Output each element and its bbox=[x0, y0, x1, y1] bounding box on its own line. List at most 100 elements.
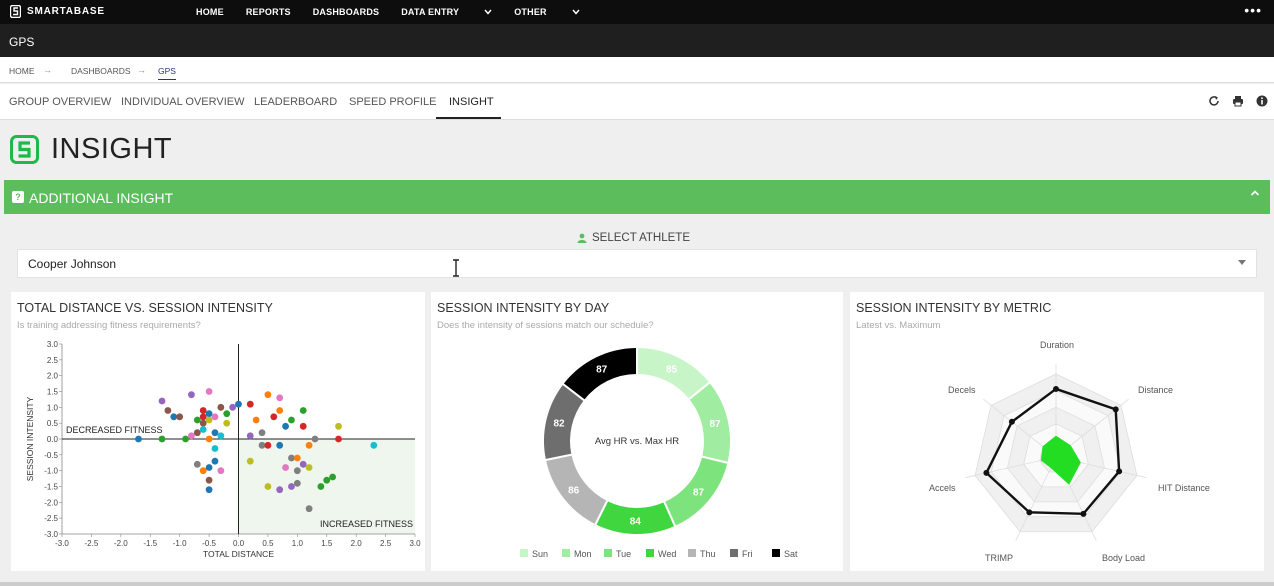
more-menu-icon[interactable]: ••• bbox=[1244, 2, 1262, 18]
legend-label-fri: Fri bbox=[742, 549, 753, 559]
tab-individual-overview[interactable]: INDIVIDUAL OVERVIEW bbox=[121, 96, 244, 108]
scatter-point bbox=[299, 407, 307, 414]
scatter-point bbox=[335, 435, 342, 443]
scatter-point bbox=[217, 467, 225, 475]
nav-dashboards[interactable]: DASHBOARDS bbox=[313, 7, 380, 17]
legend-swatch-tue bbox=[604, 549, 612, 557]
donut-slice-label: 87 bbox=[709, 419, 721, 430]
scatter-point bbox=[205, 435, 213, 443]
scatter-point bbox=[170, 413, 178, 421]
scatter-point bbox=[211, 429, 219, 437]
x-tick-label: -2.0 bbox=[114, 539, 128, 548]
athlete-select[interactable]: Cooper Johnson bbox=[17, 249, 1257, 278]
scatter-point bbox=[205, 388, 213, 395]
y-tick-label: 0.0 bbox=[47, 435, 59, 444]
donut-slice-label: 85 bbox=[666, 364, 678, 375]
scatter-point bbox=[293, 454, 301, 462]
scatter-point bbox=[182, 435, 189, 443]
donut-chart: 85 87 87 84 86 82 87 Avg HR vs. Max HR Sun Mon Tue… bbox=[520, 345, 798, 559]
nav-reports[interactable]: REPORTS bbox=[246, 7, 291, 17]
x-tick-label: 0.5 bbox=[262, 539, 274, 548]
arrow-right-icon: → bbox=[137, 65, 146, 75]
y-tick-label: -1.5 bbox=[44, 483, 58, 492]
y-tick-label: 3.0 bbox=[47, 340, 59, 349]
scatter-point bbox=[288, 483, 295, 490]
x-tick-label: 1.0 bbox=[292, 539, 304, 548]
nav-data-entry[interactable]: DATA ENTRY bbox=[401, 7, 492, 17]
brand[interactable]: SMARTABASE bbox=[10, 5, 105, 18]
legend-swatch-thu bbox=[688, 549, 696, 557]
info-icon[interactable] bbox=[1256, 95, 1268, 107]
x-tick-label: 3.0 bbox=[409, 539, 421, 548]
scatter-point bbox=[317, 483, 325, 490]
scatter-point bbox=[205, 410, 213, 418]
arrow-right-icon: → bbox=[43, 65, 52, 75]
scatter-point bbox=[229, 403, 237, 411]
scatter-point bbox=[264, 483, 272, 490]
print-icon[interactable] bbox=[1232, 95, 1244, 107]
donut-slice-label: 84 bbox=[630, 516, 642, 527]
radar-point bbox=[1008, 418, 1015, 425]
radar-axis-label: Decels bbox=[948, 385, 976, 395]
legend-swatch-sun bbox=[520, 549, 528, 557]
radar-axis-label: Distance bbox=[1138, 385, 1173, 395]
page-title: INSIGHT bbox=[51, 133, 173, 165]
legend-label-sun: Sun bbox=[532, 549, 548, 559]
scatter-point bbox=[264, 441, 272, 449]
scatter-point bbox=[211, 445, 219, 452]
nav-home[interactable]: HOME bbox=[196, 7, 224, 17]
breadcrumb-gps[interactable]: GPS bbox=[158, 66, 176, 80]
toolbar bbox=[1208, 95, 1268, 107]
y-tick-label: -2.0 bbox=[44, 498, 58, 507]
legend-label-thu: Thu bbox=[700, 549, 716, 559]
tab-insight[interactable]: INSIGHT bbox=[449, 96, 494, 108]
nav-other-label: OTHER bbox=[514, 7, 547, 17]
x-tick-label: -3.0 bbox=[55, 539, 69, 548]
tab-group-overview[interactable]: GROUP OVERVIEW bbox=[9, 96, 111, 108]
scatter-point bbox=[223, 410, 231, 418]
scatter-point bbox=[217, 432, 225, 440]
y-tick-label: 2.5 bbox=[47, 356, 59, 365]
legend-swatch-mon bbox=[562, 549, 570, 557]
scatter-point bbox=[276, 486, 284, 494]
decreased-fitness-label: DECREASED FITNESS bbox=[66, 425, 163, 435]
scatter-point bbox=[282, 422, 289, 430]
scatter-point bbox=[305, 464, 313, 471]
scatter-point bbox=[217, 403, 225, 411]
user-icon bbox=[577, 233, 587, 243]
page-footer-edge bbox=[0, 582, 1274, 586]
donut-center-label: Avg HR vs. Max HR bbox=[595, 436, 679, 447]
donut-slice-label: 87 bbox=[596, 365, 608, 376]
refresh-icon[interactable] bbox=[1208, 95, 1220, 107]
chevron-up-icon[interactable] bbox=[1250, 189, 1260, 197]
y-tick-label: 1.5 bbox=[47, 388, 59, 397]
increased-fitness-label: INCREASED FITNESS bbox=[320, 519, 413, 529]
scatter-point bbox=[311, 435, 319, 443]
scatter-point bbox=[188, 432, 195, 440]
scatter-point bbox=[270, 413, 278, 421]
y-tick-label: -1.0 bbox=[44, 467, 58, 476]
scatter-point bbox=[193, 416, 201, 424]
tab-leaderboard[interactable]: LEADERBOARD bbox=[254, 96, 337, 108]
donut-slice-label: 86 bbox=[568, 485, 580, 496]
tab-speed-profile[interactable]: SPEED PROFILE bbox=[349, 96, 436, 108]
legend-swatch-wed bbox=[646, 549, 654, 557]
scatter-point bbox=[199, 413, 207, 421]
breadcrumb-home[interactable]: HOME bbox=[9, 66, 35, 76]
scatter-point bbox=[158, 397, 166, 405]
total-distance-vs-intensity-panel: TOTAL DISTANCE VS. SESSION INTENSITY Is … bbox=[11, 292, 425, 571]
nav-other[interactable]: OTHER bbox=[514, 7, 580, 17]
scatter-point bbox=[176, 413, 184, 421]
scatter-point bbox=[199, 407, 207, 414]
scatter-point bbox=[205, 476, 213, 484]
smartabase-logo-icon bbox=[10, 135, 39, 164]
nav-data-entry-label: DATA ENTRY bbox=[401, 7, 460, 17]
session-intensity-by-metric-panel: SESSION INTENSITY BY METRIC Latest vs. M… bbox=[850, 292, 1264, 571]
legend-label-wed: Wed bbox=[658, 549, 676, 559]
top-nav-bar: SMARTABASE HOME REPORTS DASHBOARDS DATA … bbox=[0, 0, 1274, 24]
scatter-point bbox=[258, 429, 266, 437]
breadcrumb-dashboards[interactable]: DASHBOARDS bbox=[71, 66, 131, 76]
additional-insight-accordion[interactable]: ? ADDITIONAL INSIGHT bbox=[4, 180, 1270, 214]
x-axis-title: TOTAL DISTANCE bbox=[203, 549, 274, 559]
athlete-select-value: Cooper Johnson bbox=[28, 257, 117, 271]
